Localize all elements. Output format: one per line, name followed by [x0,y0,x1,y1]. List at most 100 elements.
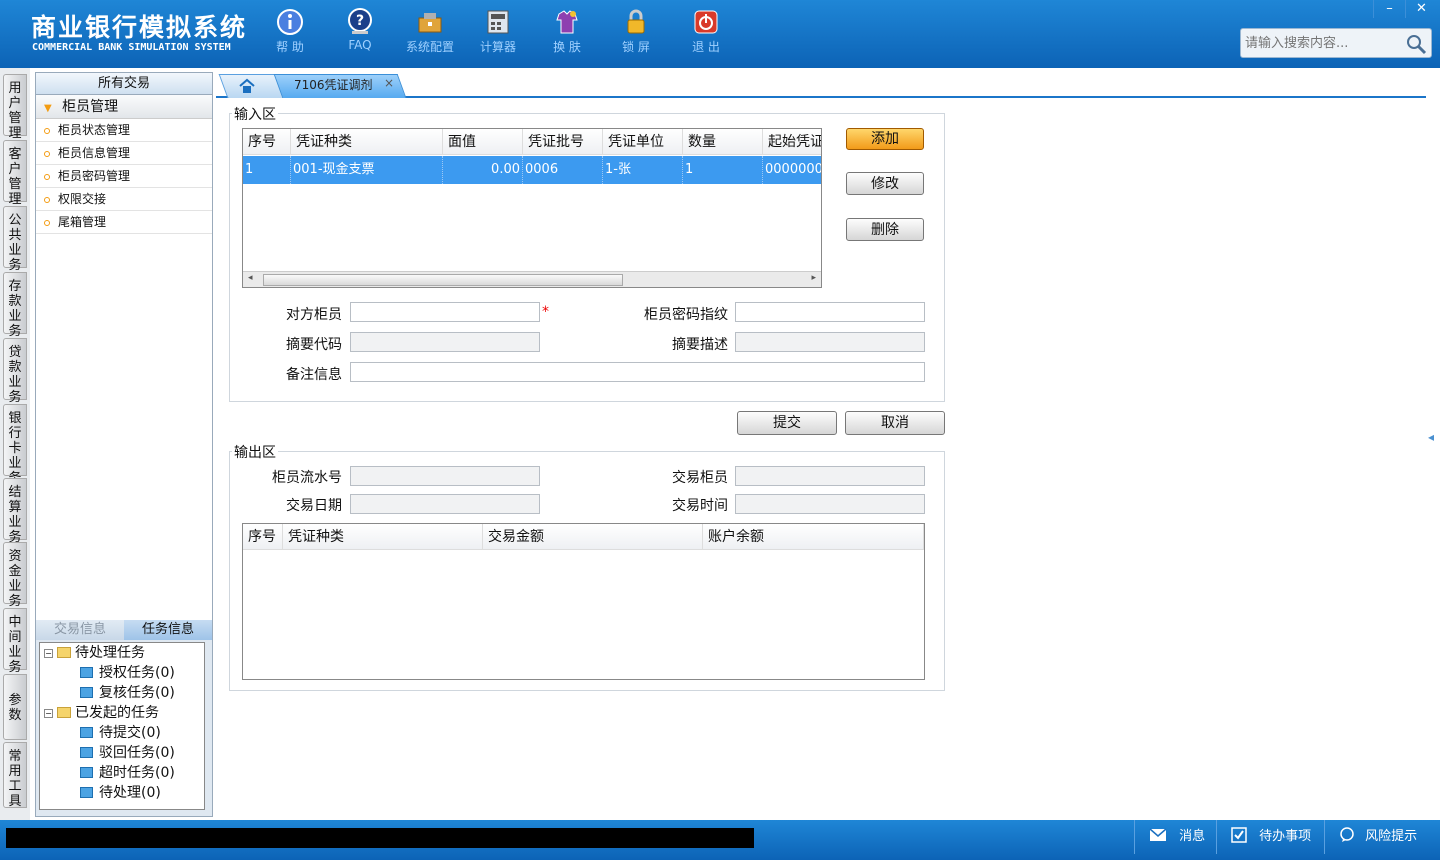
collapse-right-icon[interactable]: ◂ [1428,430,1440,460]
menu-item-label: 权限交接 [58,192,107,206]
close-window-button[interactable]: ✕ [1405,0,1437,18]
collapse-icon[interactable]: − [44,709,53,718]
counterpart-teller-input[interactable] [350,302,540,322]
add-button[interactable]: 添加 [846,128,924,150]
tab-task-info[interactable]: 任务信息 [124,620,212,640]
menu-item-tail-box[interactable]: 尾箱管理 [36,211,212,234]
tree-node-rejected[interactable]: 驳回任务(0) [80,743,175,763]
lock-screen-button[interactable]: 锁 屏 [606,8,666,55]
out-col-header-amount[interactable]: 交易金额 [483,524,703,550]
menu-item-teller-status[interactable]: 柜员状态管理 [36,119,212,142]
vtab-public-business[interactable]: 公共业务 [3,206,27,273]
document-icon [80,667,93,678]
cancel-button[interactable]: 取消 [845,411,945,435]
tree-node-review[interactable]: 复核任务(0) [80,683,175,703]
vtab-funds[interactable]: 资金业务 [3,542,27,609]
tree-label: 待提交(0) [99,725,161,741]
chat-bubble-icon [1340,827,1354,842]
document-icon [80,727,93,738]
scroll-left-icon[interactable]: ◂ [248,273,253,283]
tree-node-timeout[interactable]: 超时任务(0) [80,763,175,783]
transaction-panel: 所有交易 ▼ 柜员管理 柜员状态管理 柜员信息管理 柜员密码管理 权限交接 尾箱… [35,72,213,817]
out-col-header-seq[interactable]: 序号 [243,524,283,550]
task-panel: 交易信息 任务信息 − 待处理任务 授权任务(0) 复核任务(0) − 已发起的任务… [36,620,212,816]
search-icon[interactable] [1405,33,1427,55]
caret-down-icon: ▼ [44,103,52,114]
tree-node-auth[interactable]: 授权任务(0) [80,663,175,683]
vtab-customer-mgmt[interactable]: 客户管理 [3,140,27,207]
col-header-quantity[interactable]: 数量 [683,129,763,155]
info-icon [277,9,303,35]
all-transactions-header[interactable]: 所有交易 [36,73,212,95]
home-icon[interactable] [238,78,256,94]
edit-button[interactable]: 修改 [846,172,924,195]
vtab-deposit[interactable]: 存款业务 [3,272,27,339]
vtab-user-mgmt[interactable]: 用户管理 [3,74,27,141]
messages-label: 消息 [1179,829,1206,844]
vtab-common-tools[interactable]: 常用工具 [3,742,27,809]
cell-quantity[interactable]: 1 [683,156,763,184]
summary-code-input[interactable] [350,332,540,352]
cell-unit[interactable]: 1-张 [603,156,683,184]
mail-icon [1149,828,1167,841]
vtab-loan[interactable]: 贷款业务 [3,338,27,405]
menu-item-permission-handover[interactable]: 权限交接 [36,188,212,211]
search-input[interactable] [1241,29,1401,57]
cell-voucher-type[interactable]: 001-现金支票 [291,156,443,184]
teller-pwd-input[interactable] [735,302,925,322]
bullet-icon [44,151,50,157]
out-col-header-balance[interactable]: 账户余额 [703,524,924,550]
scroll-right-icon[interactable]: ▸ [811,273,816,283]
cell-batch[interactable]: 0006 [523,156,603,184]
tab-close-icon[interactable]: × [384,76,394,90]
minimize-button[interactable]: – [1373,0,1405,18]
risk-alert-button[interactable]: 风险提示 [1324,820,1440,854]
app-title: 商业银行模拟系统 [31,13,248,42]
delete-button[interactable]: 删除 [846,218,924,241]
scroll-thumb[interactable] [263,274,623,286]
menu-item-teller-info[interactable]: 柜员信息管理 [36,142,212,165]
out-col-header-voucher-type[interactable]: 凭证种类 [283,524,483,550]
vtab-bank-card[interactable]: 银行卡业务 [3,404,27,486]
tree-node-initiated[interactable]: − 已发起的任务 [44,703,159,723]
tree-label: 待处理(0) [99,785,161,801]
vtab-settlement[interactable]: 结算业务 [3,478,27,545]
tree-node-to-submit[interactable]: 待提交(0) [80,723,161,743]
col-header-face-value[interactable]: 面值 [443,129,523,155]
tree-node-pending[interactable]: − 待处理任务 [44,643,145,663]
tree-label: 复核任务(0) [99,685,175,701]
counterpart-teller-label: 对方柜员 [286,307,342,323]
faq-button[interactable]: ? FAQ [330,8,390,52]
remark-input[interactable] [350,362,925,382]
tree-label: 已发起的任务 [75,705,159,721]
help-button[interactable]: 帮 助 [260,8,320,55]
skin-button[interactable]: 换 肤 [537,8,597,55]
col-header-start-voucher[interactable]: 起始凭证 [763,129,821,155]
messages-button[interactable]: 消息 [1134,820,1216,854]
folder-icon [57,647,71,658]
module-tabs: 用户管理 客户管理 公共业务 存款业务 贷款业务 银行卡业务 结算业务 资金业务… [0,68,30,820]
col-header-unit[interactable]: 凭证单位 [603,129,683,155]
cell-seq[interactable]: 1 [243,156,291,184]
tree-node-to-process[interactable]: 待处理(0) [80,783,161,803]
menu-item-teller-password[interactable]: 柜员密码管理 [36,165,212,188]
skin-label: 换 肤 [553,40,581,54]
tab-transaction-info[interactable]: 交易信息 [36,620,124,640]
trans-time-label: 交易时间 [672,498,728,514]
calculator-button[interactable]: 计算器 [468,8,528,55]
teller-mgmt-group[interactable]: ▼ 柜员管理 [36,95,212,119]
vtab-params[interactable]: 参数 [3,674,27,740]
summary-desc-input[interactable] [735,332,925,352]
submit-button[interactable]: 提交 [737,411,837,435]
config-button[interactable]: 系统配置 [400,8,460,55]
col-header-seq[interactable]: 序号 [243,129,291,155]
todo-button[interactable]: 待办事项 [1216,820,1324,854]
exit-button[interactable]: 退 出 [676,8,736,55]
collapse-icon[interactable]: − [44,649,53,658]
cell-start-voucher[interactable]: 00000000 [763,156,821,184]
cell-face-value[interactable]: 0.00 [443,156,523,184]
vtab-intermediate[interactable]: 中间业务 [3,608,27,675]
grid-hscrollbar[interactable]: ◂ ▸ [243,271,821,287]
col-header-voucher-type[interactable]: 凭证种类 [291,129,443,155]
col-header-batch[interactable]: 凭证批号 [523,129,603,155]
